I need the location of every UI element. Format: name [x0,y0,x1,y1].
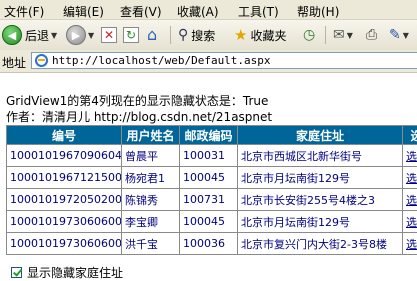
cell-id: 10001019670906046 [7,145,122,167]
cell-id: 10001019730606003 [7,233,122,255]
gridview-table: 编号 用户姓名 邮政编码 家庭住址 选 10001019670906046 曾晨… [6,125,417,255]
search-label: 搜索 [191,27,215,44]
select-link[interactable]: 选 [403,145,417,167]
favorites-button[interactable]: ★ 收藏夹 [234,25,286,45]
table-row: 10001019720502000 陈锦秀 100731 北京市长安街255号4… [7,189,417,211]
column-header-select: 选 [403,126,417,145]
back-icon: ◀ [2,25,22,45]
search-icon: ⚲ [178,28,188,42]
address-bar: 地址 http://localhost/web/Default.aspx [0,50,417,73]
cell-zip: 100731 [180,189,238,211]
menu-view[interactable]: 查看(V) [120,3,162,20]
cell-address: 北京市西城区北新华街号 [238,145,403,167]
show-address-checkbox[interactable] [11,267,22,278]
chevron-down-icon[interactable]: ▼ [51,31,57,40]
cell-id: 10001019720502000 [7,189,122,211]
menu-help[interactable]: 帮助(H) [297,3,339,20]
menu-favorites[interactable]: 收藏(A) [177,3,219,20]
show-address-checkbox-label[interactable]: 显示隐藏家庭住址 [27,264,123,281]
toolbar: ◀ 后退 ▼ ▶ ▼ ✕ ↻ ⌂ ⚲ 搜索 ★ 收藏夹 ◷ ✉ ▼ ⎙ ✎ ▼ [0,20,417,51]
cell-address: 北京市长安街255号4楼之3 [238,189,403,211]
table-row: 10001019671215003 杨宛君1 100045 北京市月坛南街129… [7,167,417,189]
home-button[interactable]: ⌂ [147,25,157,45]
cell-address: 北京市月坛南街129号 [238,167,403,189]
table-row: 10001019730606003 洪千宝 100036 北京市复兴门内大街2-… [7,233,417,255]
cell-name: 洪千宝 [122,233,180,255]
print-button[interactable]: ⎙ [366,25,377,45]
mail-icon: ✉ [333,28,345,42]
select-link[interactable]: 选 [403,167,417,189]
address-input[interactable]: http://localhost/web/Default.aspx [31,52,417,69]
home-icon: ⌂ [147,27,157,43]
cell-zip: 100036 [180,233,238,255]
column-header-zip: 邮政编码 [180,126,238,145]
forward-button[interactable]: ▶ ▼ [66,25,94,45]
edit-button[interactable]: ✎ ▼ [389,25,409,45]
refresh-icon: ↻ [123,27,139,43]
cell-address: 北京市月坛南街129号 [238,211,403,233]
cell-name: 陈锦秀 [122,189,180,211]
mail-button[interactable]: ✉ ▼ [333,25,353,45]
edit-icon: ✎ [389,28,401,42]
menu-edit[interactable]: 编辑(E) [63,3,104,20]
cell-id: 10001019730606002 [7,211,122,233]
column-header-name: 用户姓名 [122,126,180,145]
history-icon: ◷ [303,28,315,42]
cell-name: 李宝卿 [122,211,180,233]
toolbar-divider [170,26,171,44]
menu-tools[interactable]: 工具(T) [238,3,279,20]
toolbar-divider [325,26,326,44]
stop-icon: ✕ [101,27,117,43]
chevron-down-icon[interactable]: ▼ [88,31,94,40]
author-text: 作者：清清月儿 http://blog.csdn.net/21aspnet [6,108,272,125]
menu-bar: 文件(F) 编辑(E) 查看(V) 收藏(A) 工具(T) 帮助(H) [0,0,417,20]
favorites-label: 收藏夹 [250,27,286,44]
forward-icon: ▶ [66,25,86,45]
cell-zip: 100045 [180,167,238,189]
menu-file[interactable]: 文件(F) [4,3,44,20]
table-row: 10001019670906046 曾晨平 100031 北京市西城区北新华街号… [7,145,417,167]
cell-zip: 100031 [180,145,238,167]
chevron-down-icon[interactable]: ▼ [347,31,353,40]
cell-name: 曾晨平 [122,145,180,167]
search-button[interactable]: ⚲ 搜索 [178,25,215,45]
cell-zip: 100045 [180,211,238,233]
cell-address: 北京市复兴门内大街2-3号8楼 [238,233,403,255]
chevron-down-icon[interactable]: ▼ [403,31,409,40]
show-address-checkbox-row[interactable]: 显示隐藏家庭住址 [11,264,123,281]
favorites-icon: ★ [234,28,247,43]
column-header-id: 编号 [7,126,122,145]
history-button[interactable]: ◷ [303,25,315,45]
table-header-row: 编号 用户姓名 邮政编码 家庭住址 选 [7,126,417,145]
cell-name: 杨宛君1 [122,167,180,189]
address-url[interactable]: http://localhost/web/Default.aspx [52,54,271,67]
select-link[interactable]: 选 [403,211,417,233]
cell-id: 10001019671215003 [7,167,122,189]
address-label: 地址 [2,54,26,71]
table-row: 10001019730606002 李宝卿 100045 北京市月坛南街129号… [7,211,417,233]
stop-button[interactable]: ✕ [101,25,117,45]
refresh-button[interactable]: ↻ [123,25,139,45]
column-status-text: GridView1的第4列现在的显示隐藏状态是：True [6,92,268,109]
select-link[interactable]: 选 [403,233,417,255]
back-button[interactable]: ◀ 后退 ▼ [2,25,57,45]
select-link[interactable]: 选 [403,189,417,211]
column-header-address: 家庭住址 [238,126,403,145]
back-label: 后退 [25,27,49,44]
ie-page-icon [35,54,48,67]
print-icon: ⎙ [366,28,377,42]
